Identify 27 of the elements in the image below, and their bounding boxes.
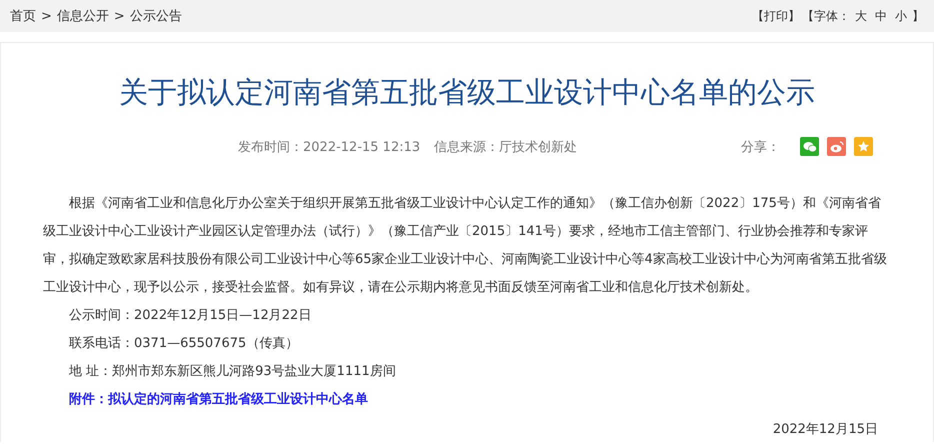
detail-line: 公示时间：2022年12月15日—12月22日 <box>68 307 312 325</box>
breadcrumb-separator: > <box>114 8 125 24</box>
breadcrumb-separator: > <box>41 8 52 24</box>
article-paragraph: 根据《河南省工业和信息化厅办公室关于组织开展第五批省级工业设计中心认定工作的通知》（豫工信办创新〔2022〕175号）和《河南省省级工业设计中心工业设计产业园区认定管理办法（试行）》（豫工信产业〔2015〕141号）要求，经地市工信主管部门、行业协会推荐和专家评审，拟确定致欧家居科技股份有限公司工业设计中心等65家企业工业设计中心、河南陶瓷工业设计中心等4家高校工业设计中心为河南省第五批省级工业设计中心，现予以公示，接受社会监督。如有异议，请在公示期内将意见书面反馈至河南省工业和信息化厅技术创新处。 <box>43 195 888 297</box>
share-label: 分享： <box>741 138 780 156</box>
eye-swirl-icon <box>830 140 844 152</box>
font-size-link[interactable]: 大 <box>852 8 870 24</box>
share-button[interactable] <box>827 137 846 156</box>
share-button[interactable] <box>854 137 873 156</box>
breadcrumb-link[interactable]: 公示公告 <box>130 7 182 25</box>
font-size-label: 【字体： <box>802 8 850 24</box>
info-source: 信息来源：厅技术创新处 <box>434 138 578 156</box>
font-size-link[interactable]: 小 <box>892 8 910 24</box>
attachment-link[interactable]: 附件：拟认定的河南省第五批省级工业设计中心名单 <box>69 386 368 414</box>
font-size-link[interactable]: 中 <box>872 8 890 24</box>
publish-time: 发布时间：2022-12-15 12:13 <box>238 138 420 156</box>
bracket-text: 】 <box>912 8 924 24</box>
breadcrumb-link[interactable]: 首页 <box>10 7 36 25</box>
share-button[interactable] <box>800 137 819 156</box>
detail-line: 联系电话：0371—65507675（传真） <box>68 335 300 353</box>
star-icon <box>857 140 870 153</box>
publish-date: 2022年12月15日 <box>772 421 878 439</box>
detail-line: 地 址：郑州市郑东新区熊儿河路93号盐业大厦1111房间 <box>68 363 397 381</box>
chat-bubbles-icon <box>802 140 816 152</box>
article-title: 关于拟认定河南省第五批省级工业设计中心名单的公示 <box>118 74 816 111</box>
breadcrumb-link[interactable]: 信息公开 <box>56 7 109 25</box>
print-link[interactable]: 【打印】 <box>752 8 800 24</box>
